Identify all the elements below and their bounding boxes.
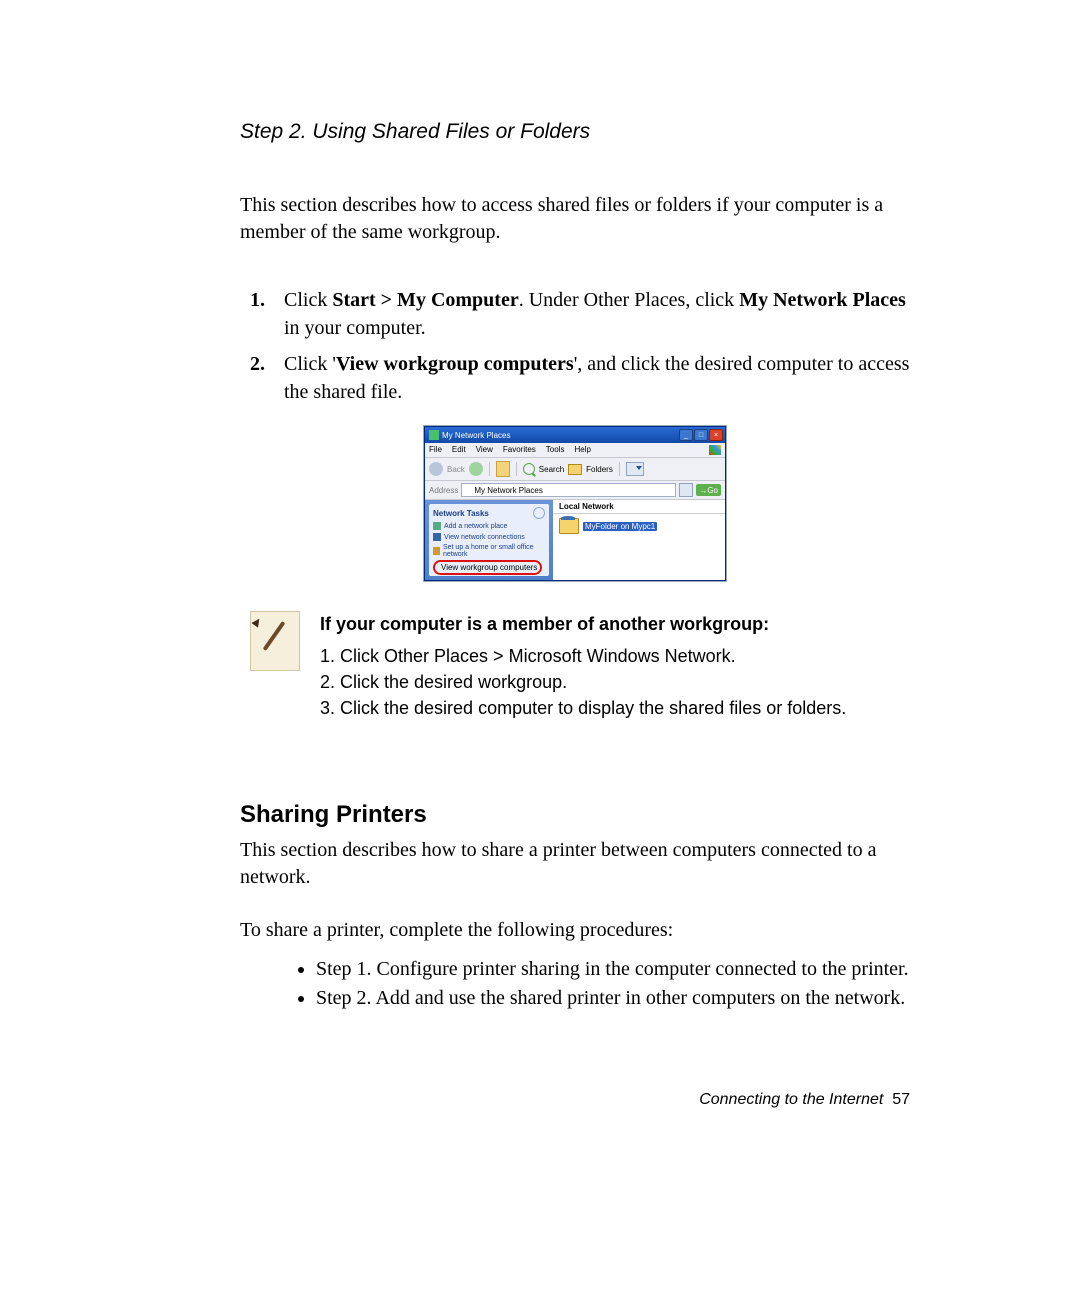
step-number: 2.	[250, 350, 265, 378]
separator-icon	[516, 462, 517, 476]
go-label: Go	[707, 486, 718, 495]
step-text-pre: Click	[284, 289, 332, 311]
panel-item-label: View workgroup computers	[441, 563, 537, 572]
step-bold-1: Start > My Computer	[332, 289, 518, 311]
back-label: Back	[447, 465, 465, 474]
content-pane: Local Network MyFolder on Mypc1	[553, 500, 725, 580]
panel-title[interactable]: Network Tasks	[433, 507, 545, 519]
shared-folder-label: MyFolder on Mypc1	[583, 522, 657, 531]
setup-network-icon	[433, 547, 440, 555]
panel-item-label: View network connections	[444, 534, 525, 541]
menu-favorites[interactable]: Favorites	[503, 445, 536, 455]
address-label: Address	[429, 486, 458, 495]
windows-logo-icon	[709, 445, 721, 455]
shared-folder-icon	[559, 518, 579, 534]
search-icon[interactable]	[523, 463, 535, 475]
network-places-icon	[464, 486, 472, 494]
address-dropdown[interactable]	[679, 483, 693, 497]
step-1: 1. Click Start > My Computer. Under Othe…	[240, 286, 910, 342]
panel-title-label: Network Tasks	[433, 509, 489, 518]
embedded-screenshot: My Network Places _ □ × File Edit View F…	[424, 426, 726, 581]
go-button[interactable]: → Go	[696, 484, 721, 496]
content-header: Local Network	[553, 500, 725, 514]
step-2: 2. Click 'View workgroup computers', and…	[240, 350, 910, 406]
ordered-steps: 1. Click Start > My Computer. Under Othe…	[240, 286, 910, 406]
collapse-icon[interactable]	[533, 507, 545, 519]
search-label[interactable]: Search	[539, 465, 564, 474]
views-dropdown[interactable]	[626, 462, 644, 476]
window-titlebar: My Network Places _ □ ×	[425, 427, 725, 443]
separator-icon	[619, 462, 620, 476]
note-line-2: 2. Click the desired workgroup.	[320, 669, 846, 695]
page-footer: Connecting to the Internet 57	[699, 1091, 910, 1109]
panel-item-label: Set up a home or small office network	[443, 544, 545, 558]
shared-folder-item[interactable]: MyFolder on Mypc1	[553, 514, 725, 538]
section-paragraph-2: To share a printer, complete the followi…	[240, 917, 910, 944]
panel-item-setup-net[interactable]: Set up a home or small office network	[433, 544, 545, 558]
separator-icon	[489, 462, 490, 476]
toolbar: Back Search Folders	[425, 458, 725, 481]
footer-page-number: 57	[892, 1091, 910, 1108]
menu-help[interactable]: Help	[574, 445, 590, 455]
maximize-button[interactable]: □	[694, 429, 708, 441]
connections-icon	[433, 533, 441, 541]
window-body: Network Tasks Add a network place View n…	[425, 500, 725, 580]
note-line-1: 1. Click Other Places > Microsoft Window…	[320, 643, 846, 669]
menu-file[interactable]: File	[429, 445, 442, 455]
step-bold-1: View workgroup computers	[336, 353, 574, 375]
bullet-step-2: Step 2. Add and use the shared printer i…	[316, 987, 910, 1010]
step-number: 1.	[250, 286, 265, 314]
up-button[interactable]	[496, 461, 510, 477]
menu-edit[interactable]: Edit	[452, 445, 466, 455]
panel-item-view-conn[interactable]: View network connections	[433, 533, 545, 541]
step-text-mid: . Under Other Places, click	[519, 289, 739, 311]
bullet-list: Step 1. Configure printer sharing in the…	[276, 958, 910, 1010]
bullet-step-1: Step 1. Configure printer sharing in the…	[316, 958, 910, 981]
section-paragraph-1: This section describes how to share a pr…	[240, 837, 910, 891]
task-panel: Network Tasks Add a network place View n…	[425, 500, 553, 580]
back-button[interactable]	[429, 462, 443, 476]
address-value: My Network Places	[474, 486, 542, 495]
menubar: File Edit View Favorites Tools Help	[425, 443, 725, 458]
folders-icon[interactable]	[568, 464, 582, 475]
step-heading: Step 2. Using Shared Files or Folders	[240, 120, 910, 144]
step-text-pre: Click '	[284, 353, 336, 375]
note-block: If your computer is a member of another …	[240, 611, 910, 721]
add-place-icon	[433, 522, 441, 530]
minimize-button[interactable]: _	[679, 429, 693, 441]
menu-tools[interactable]: Tools	[546, 445, 565, 455]
note-line-3: 3. Click the desired computer to display…	[320, 695, 846, 721]
note-pencil-icon	[250, 611, 300, 671]
step-text-post: in your computer.	[284, 317, 426, 339]
intro-paragraph: This section describes how to access sha…	[240, 192, 910, 246]
network-places-icon	[429, 430, 439, 440]
section-heading: Sharing Printers	[240, 801, 910, 829]
footer-label: Connecting to the Internet	[699, 1091, 883, 1108]
folders-label[interactable]: Folders	[586, 465, 613, 474]
document-page: Step 2. Using Shared Files or Folders Th…	[0, 0, 1080, 1309]
address-bar: Address My Network Places → Go	[425, 481, 725, 500]
close-button[interactable]: ×	[709, 429, 723, 441]
panel-item-add-place[interactable]: Add a network place	[433, 522, 545, 530]
address-input[interactable]: My Network Places	[461, 483, 676, 497]
panel-item-label: Add a network place	[444, 523, 507, 530]
menu-view[interactable]: View	[476, 445, 493, 455]
window-title: My Network Places	[442, 431, 510, 440]
step-bold-2: My Network Places	[739, 289, 906, 311]
forward-button[interactable]	[469, 462, 483, 476]
panel-item-view-workgroup[interactable]: View workgroup computers	[433, 560, 542, 575]
note-title: If your computer is a member of another …	[320, 611, 846, 637]
